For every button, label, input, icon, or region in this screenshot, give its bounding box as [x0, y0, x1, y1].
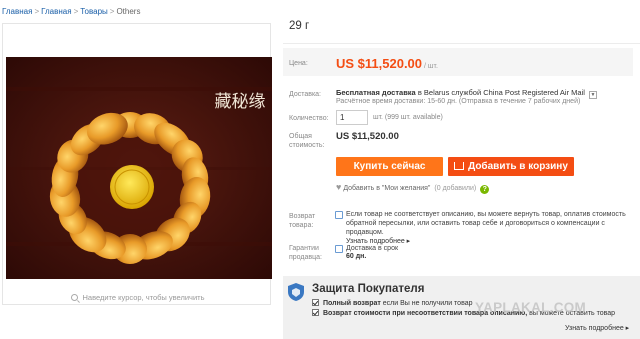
gold-coin: [110, 165, 154, 209]
returns-text: Если товар не соответствует описанию, вы…: [346, 211, 626, 236]
guarantee-label-line1: Гарантии: [289, 245, 319, 252]
free-shipping-text: Бесплатная доставка: [336, 88, 416, 97]
divider: [283, 43, 640, 44]
wishlist-link[interactable]: Добавить в "Мои желания": [343, 185, 430, 192]
breadcrumb-current: Others: [116, 7, 141, 16]
returns-label-line1: Возврат: [289, 213, 316, 220]
breadcrumb-item-home[interactable]: Главная: [2, 7, 32, 16]
quantity-label: Количество:: [289, 115, 329, 122]
delivery-label: Доставка:: [289, 91, 322, 98]
cart-icon: [454, 162, 465, 170]
returns-more-link[interactable]: Узнать подробнее ▸: [346, 238, 410, 245]
total-label: Общая стоимость:: [289, 132, 324, 150]
guarantee-label: Гарантии продавца:: [289, 244, 322, 262]
seal-stamp-text: 藏秘缘: [215, 92, 266, 112]
protection-more-link[interactable]: Узнать подробнее ▸: [565, 324, 629, 332]
zoom-hint-text: Наведите курсор, чтобы увеличить: [82, 293, 205, 302]
breadcrumb-separator: >: [73, 7, 79, 16]
product-gallery: 藏秘缘 Наведите курсор, чтобы увеличить: [2, 23, 272, 305]
total-value: US $11,520.00: [336, 131, 399, 142]
guarantee-text: Доставка в срок: [346, 245, 399, 252]
returns-info: Если товар не соответствует описанию, вы…: [346, 210, 638, 246]
breadcrumb: Главная > Главная > Товары > Others: [2, 7, 140, 16]
total-label-line2: стоимость:: [289, 142, 325, 149]
wishlist: ♥ Добавить в "Мои желания" (0 добавили)?: [336, 182, 490, 194]
zoom-hint: Наведите курсор, чтобы увеличить: [3, 293, 272, 302]
product-title: 29 г: [289, 20, 310, 32]
breadcrumb-separator: >: [34, 7, 40, 16]
quantity-available: шт. (999 шт. available): [373, 114, 443, 121]
returns-icon: [335, 211, 343, 219]
delivery-destination: в Belarus службой China Post Registered …: [417, 88, 585, 97]
add-to-cart-label: Добавить в корзину: [468, 161, 568, 172]
price-label: Цена:: [289, 60, 308, 67]
help-icon[interactable]: ?: [480, 185, 490, 194]
guarantee-days: 60 дн.: [346, 253, 367, 260]
add-to-cart-button[interactable]: Добавить в корзину: [448, 157, 574, 176]
price-amount: US $11,520.00: [336, 56, 423, 71]
amber-bracelet-image: 藏秘缘: [6, 57, 272, 279]
returns-label-line2: товара:: [289, 222, 314, 229]
breadcrumb-item-home-2[interactable]: Главная: [41, 7, 71, 16]
price-value: US $11,520.00/ шт.: [336, 56, 438, 71]
total-label-line1: Общая: [289, 133, 312, 140]
shipping-dropdown-icon[interactable]: ▼: [589, 91, 598, 99]
watermark: YAPLAKAL.COM: [475, 300, 587, 315]
breadcrumb-item-products[interactable]: Товары: [80, 7, 108, 16]
shield-icon: [288, 283, 304, 301]
buyer-protection-title: Защита Покупателя: [312, 283, 425, 295]
product-photo[interactable]: 藏秘缘: [6, 57, 272, 279]
buy-now-button[interactable]: Купить сейчас: [336, 157, 443, 176]
breadcrumb-separator: >: [109, 7, 115, 16]
price-unit: / шт.: [424, 63, 438, 70]
protection-line-refund: Полный возврат если Вы не получили товар: [312, 299, 473, 307]
check-icon: [312, 309, 319, 316]
heart-icon[interactable]: ♥: [336, 182, 341, 192]
protection-line1-rest: если Вы не получили товар: [382, 300, 473, 307]
wishlist-count: (0 добавили): [434, 185, 477, 192]
protection-line1-bold: Полный возврат: [323, 300, 381, 307]
quantity-input[interactable]: 1: [336, 110, 368, 125]
delivery-estimate: Расчётное время доставки: 15-60 дн. (Отп…: [336, 98, 581, 105]
guarantee-label-line2: продавца:: [289, 254, 322, 261]
check-icon: [312, 299, 319, 306]
clock-icon: [335, 245, 343, 253]
returns-label: Возврат товара:: [289, 212, 315, 230]
magnifier-icon: [70, 294, 78, 301]
